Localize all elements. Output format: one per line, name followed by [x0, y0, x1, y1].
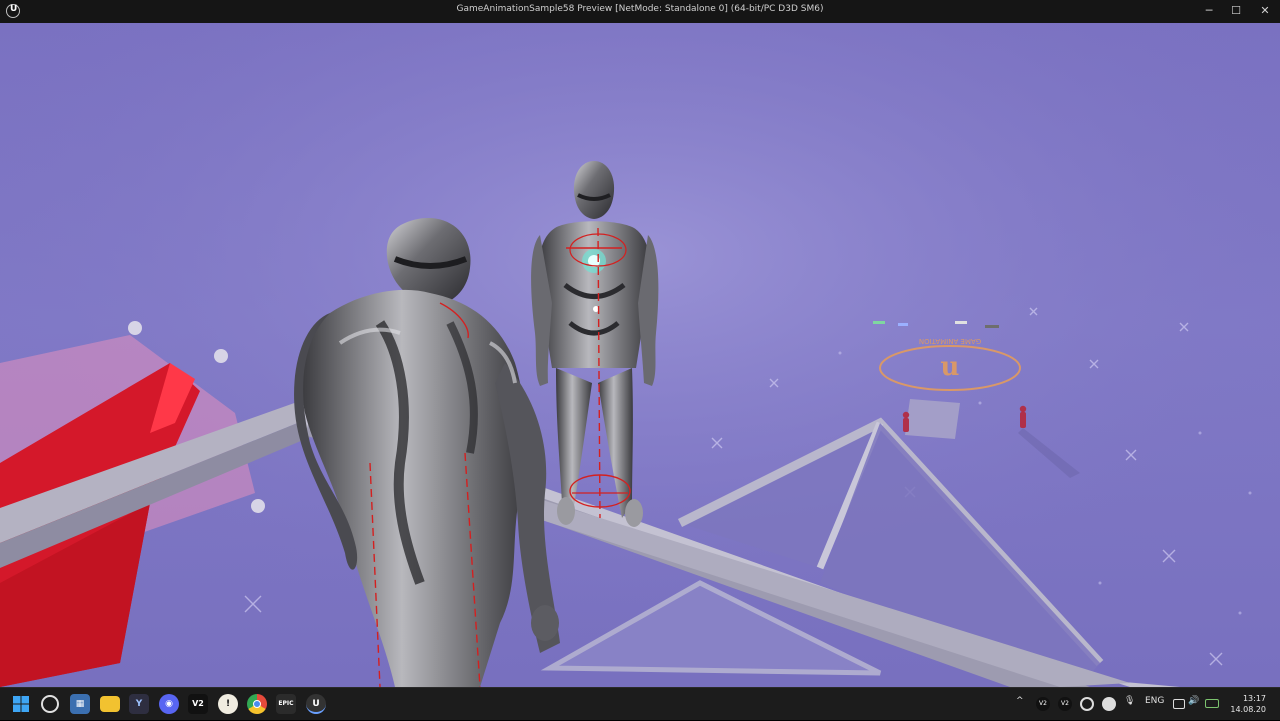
epic-icon[interactable]: EPIC [276, 694, 296, 714]
circle-app-icon[interactable]: ! [218, 694, 238, 714]
battery-icon[interactable] [1205, 699, 1219, 708]
v2-icon[interactable]: V2 [188, 694, 208, 714]
chrome-icon[interactable] [247, 694, 267, 714]
window-titlebar: GameAnimationSample58 Preview [NetMode: … [0, 0, 1280, 23]
discord-icon[interactable]: ◉ [159, 694, 179, 714]
unreal-icon[interactable]: U [306, 694, 326, 714]
window-title: GameAnimationSample58 Preview [NetMode: … [456, 4, 824, 14]
folder-icon[interactable] [100, 696, 120, 712]
tray-v2-icon[interactable]: V2 [1036, 697, 1050, 711]
svg-text:u: u [941, 352, 960, 382]
clock-time: 13:17 [1242, 694, 1266, 703]
close-button[interactable]: ✕ [1250, 0, 1280, 23]
system-clock[interactable]: 13:17 14.08.20 [1230, 693, 1266, 715]
network-icon[interactable] [1173, 699, 1185, 709]
windows-taskbar: ▦ Y ◉ V2 ! EPIC U ^ V2 V2 🎙 ENG 🔊 13:17 … [0, 687, 1280, 720]
yandex-icon[interactable]: Y [129, 694, 149, 714]
windows-logo-icon[interactable] [11, 694, 31, 714]
minimize-button[interactable]: ─ [1194, 0, 1224, 23]
scene-render: u GAME ANIMATION [0, 23, 1280, 687]
tray-v2b-icon[interactable]: V2 [1058, 697, 1072, 711]
microphone-icon[interactable]: 🎙 [1124, 696, 1135, 706]
clock-date: 14.08.20 [1230, 705, 1266, 714]
calculator-icon[interactable]: ▦ [70, 694, 90, 714]
tray-sync-icon[interactable] [1080, 697, 1094, 711]
language-indicator[interactable]: ENG [1145, 696, 1164, 706]
maximize-button[interactable]: ☐ [1221, 0, 1251, 23]
openai-icon[interactable] [41, 695, 59, 713]
volume-icon[interactable]: 🔊 [1188, 696, 1199, 706]
steam-icon[interactable] [1102, 697, 1116, 711]
chevron-up-icon[interactable]: ^ [1016, 696, 1024, 706]
floor-pad-label: GAME ANIMATION [919, 337, 981, 345]
game-viewport[interactable]: u GAME ANIMATION [0, 23, 1280, 687]
